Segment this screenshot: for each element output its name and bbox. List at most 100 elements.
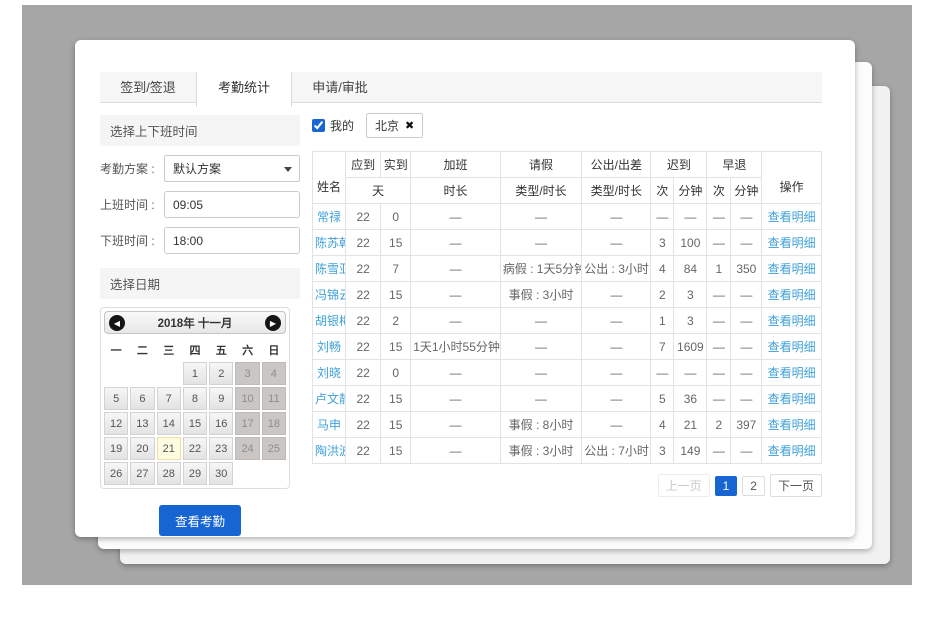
data-cell: — xyxy=(411,256,501,282)
data-cell: — xyxy=(731,438,762,464)
employee-name-link[interactable]: 陈雪亚 xyxy=(315,262,346,276)
employee-name-link[interactable]: 常禄 xyxy=(317,210,341,224)
next-page-button[interactable]: 下一页 xyxy=(770,474,822,497)
plan-select-value: 默认方案 xyxy=(173,160,221,177)
name-cell: 刘畅 xyxy=(313,334,346,360)
view-detail-link[interactable]: 查看明细 xyxy=(768,236,816,250)
calendar-day[interactable]: 23 xyxy=(209,437,233,460)
column-header: 天 xyxy=(346,178,411,204)
calendar-day[interactable]: 9 xyxy=(209,387,233,410)
view-detail-link[interactable]: 查看明细 xyxy=(768,288,816,302)
data-cell: 22 xyxy=(346,204,381,230)
calendar-day[interactable]: 5 xyxy=(104,387,128,410)
calendar-day[interactable]: 26 xyxy=(104,462,128,485)
tab-stats[interactable]: 考勤统计 xyxy=(196,72,292,107)
data-cell: — xyxy=(411,386,501,412)
weekday-label: 二 xyxy=(130,339,154,360)
view-attendance-button[interactable]: 查看考勤 xyxy=(159,505,241,536)
employee-name-link[interactable]: 卢文静 xyxy=(315,392,346,406)
employee-name-link[interactable]: 胡银梅 xyxy=(315,314,346,328)
datepicker-header: ◀ 2018年 十一月 ▶ xyxy=(104,311,286,334)
calendar-day-selected[interactable]: 21 xyxy=(157,437,181,460)
column-header: 早退 xyxy=(707,152,762,178)
chevron-right-icon[interactable]: ▶ xyxy=(265,315,281,331)
tab-checkin[interactable]: 签到/签退 xyxy=(100,72,196,103)
plan-select[interactable]: 默认方案 xyxy=(164,155,300,182)
calendar-day[interactable]: 15 xyxy=(183,412,207,435)
end-time-label: 下班时间 : xyxy=(100,232,164,249)
view-detail-link[interactable]: 查看明细 xyxy=(768,210,816,224)
datepicker-grid: 一二三四五六日123456789101112131415161718192021… xyxy=(104,339,286,485)
column-header: 公出/出差 xyxy=(582,152,651,178)
data-cell: — xyxy=(500,204,581,230)
data-cell: 1 xyxy=(707,256,731,282)
data-cell: — xyxy=(707,334,731,360)
calendar-day[interactable]: 28 xyxy=(157,462,181,485)
data-cell: 3 xyxy=(674,282,707,308)
data-cell: 15 xyxy=(381,230,411,256)
view-detail-link[interactable]: 查看明细 xyxy=(768,418,816,432)
view-detail-link[interactable]: 查看明细 xyxy=(768,340,816,354)
employee-name-link[interactable]: 马申 xyxy=(317,418,341,432)
data-cell: — xyxy=(500,230,581,256)
employee-name-link[interactable]: 陈苏乾 xyxy=(315,236,346,250)
calendar-day[interactable]: 13 xyxy=(130,412,154,435)
calendar-day[interactable]: 12 xyxy=(104,412,128,435)
data-cell: 4 xyxy=(651,412,674,438)
attendance-card: 签到/签退考勤统计申请/审批 选择上下班时间 考勤方案 : 默认方案 上班时间 … xyxy=(75,40,855,537)
data-cell: — xyxy=(411,412,501,438)
calendar-day[interactable]: 6 xyxy=(130,387,154,410)
close-icon[interactable]: ✖ xyxy=(405,119,414,132)
calendar-day[interactable]: 2 xyxy=(209,362,233,385)
page-button-1[interactable]: 1 xyxy=(715,476,738,496)
data-cell: — xyxy=(731,282,762,308)
data-cell: 3 xyxy=(651,230,674,256)
tab-approval[interactable]: 申请/审批 xyxy=(292,72,388,103)
action-cell: 查看明细 xyxy=(762,386,822,412)
calendar-day[interactable]: 19 xyxy=(104,437,128,460)
column-header: 分钟 xyxy=(731,178,762,204)
view-detail-link[interactable]: 查看明细 xyxy=(768,392,816,406)
calendar-day[interactable]: 22 xyxy=(183,437,207,460)
table-row: 刘畅22151天1小时55分钟——71609——查看明细 xyxy=(313,334,822,360)
mine-checkbox-label[interactable]: 我的 xyxy=(330,117,354,134)
end-time-input[interactable] xyxy=(164,227,300,254)
data-cell: 15 xyxy=(381,386,411,412)
calendar-day[interactable]: 30 xyxy=(209,462,233,485)
data-cell: — xyxy=(707,308,731,334)
city-tag: 北京 ✖ xyxy=(366,113,423,138)
mine-checkbox[interactable] xyxy=(312,119,325,132)
calendar-day[interactable]: 29 xyxy=(183,462,207,485)
calendar-day[interactable]: 8 xyxy=(183,387,207,410)
data-cell: 0 xyxy=(381,360,411,386)
view-detail-link[interactable]: 查看明细 xyxy=(768,444,816,458)
calendar-day[interactable]: 14 xyxy=(157,412,181,435)
view-detail-link[interactable]: 查看明细 xyxy=(768,262,816,276)
data-cell: — xyxy=(674,360,707,386)
employee-name-link[interactable]: 刘畅 xyxy=(317,340,341,354)
data-cell: — xyxy=(707,230,731,256)
page-button-2[interactable]: 2 xyxy=(742,476,765,496)
calendar-day[interactable]: 7 xyxy=(157,387,181,410)
pagination: 上一页12下一页 xyxy=(312,474,822,497)
view-detail-link[interactable]: 查看明细 xyxy=(768,366,816,380)
employee-name-link[interactable]: 刘晓 xyxy=(317,366,341,380)
calendar-day[interactable]: 16 xyxy=(209,412,233,435)
action-cell: 查看明细 xyxy=(762,230,822,256)
chevron-left-icon[interactable]: ◀ xyxy=(109,315,125,331)
employee-name-link[interactable]: 冯锦云 xyxy=(315,288,346,302)
stats-panel: 我的 北京 ✖ 姓名应到实到加班请假公出/出差迟到早退操作天时长类型/时长类型/… xyxy=(312,113,822,536)
view-detail-link[interactable]: 查看明细 xyxy=(768,314,816,328)
calendar-day[interactable]: 1 xyxy=(183,362,207,385)
start-time-input[interactable] xyxy=(164,191,300,218)
action-cell: 查看明细 xyxy=(762,438,822,464)
data-cell: 350 xyxy=(731,256,762,282)
settings-panel: 选择上下班时间 考勤方案 : 默认方案 上班时间 : 下班时间 : 选 xyxy=(100,113,300,536)
employee-name-link[interactable]: 陶洪波 xyxy=(315,444,346,458)
data-cell: 22 xyxy=(346,412,381,438)
calendar-day[interactable]: 27 xyxy=(130,462,154,485)
data-cell: 15 xyxy=(381,334,411,360)
data-cell: 公出 : 7小时 xyxy=(582,438,651,464)
calendar-day[interactable]: 20 xyxy=(130,437,154,460)
name-cell: 冯锦云 xyxy=(313,282,346,308)
